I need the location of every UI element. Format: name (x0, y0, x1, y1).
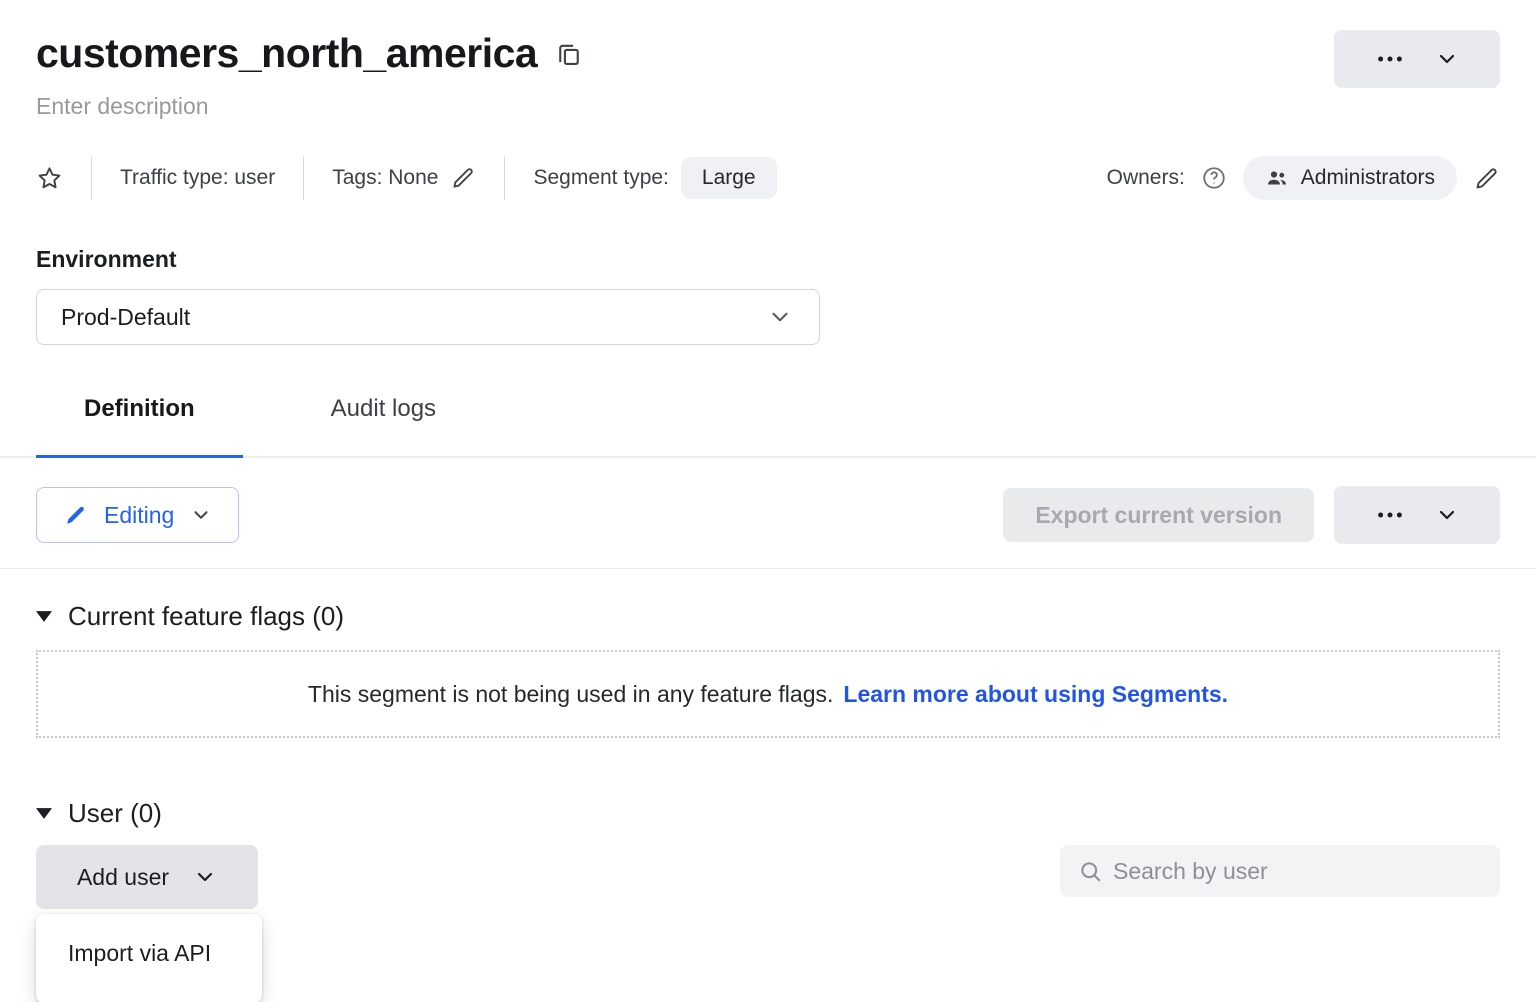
export-current-version-button[interactable]: Export current version (1003, 488, 1314, 542)
owners-label: Owners: (1107, 166, 1185, 190)
divider (303, 156, 304, 200)
chevron-down-icon (190, 504, 212, 526)
page-title: customers_north_america (36, 30, 537, 77)
ellipsis-icon (1375, 44, 1405, 74)
collapse-triangle-icon (36, 808, 52, 819)
pencil-icon (63, 503, 88, 528)
empty-state-text: This segment is not being used in any fe… (308, 681, 833, 708)
ellipsis-icon (1375, 500, 1405, 530)
segment-page: customers_north_america Enter descriptio… (0, 0, 1536, 1002)
tab-bar: Definition Audit logs (0, 387, 1536, 458)
feature-flags-empty-state: This segment is not being used in any fe… (36, 650, 1500, 738)
add-user-button[interactable]: Add user (36, 845, 258, 909)
environment-label: Environment (36, 246, 1500, 273)
description-placeholder[interactable]: Enter description (36, 93, 583, 120)
traffic-type: Traffic type: user (120, 166, 275, 190)
divider (0, 568, 1536, 569)
chevron-down-icon (767, 304, 793, 330)
edit-owners-pencil-icon[interactable] (1473, 165, 1500, 192)
header-overflow-menu-button[interactable] (1334, 30, 1500, 88)
environment-select[interactable]: Prod-Default (36, 289, 820, 345)
copy-icon[interactable] (555, 40, 583, 68)
learn-more-link[interactable]: Learn more about using Segments. (843, 681, 1228, 708)
segment-type-label: Segment type: (533, 166, 668, 190)
editing-mode-button[interactable]: Editing (36, 487, 239, 543)
feature-flags-section-header[interactable]: Current feature flags (0) (36, 601, 1500, 632)
page-header: customers_north_america Enter descriptio… (36, 30, 1500, 120)
add-user-dropdown-menu: Import via API (36, 914, 262, 1002)
divider (504, 156, 505, 200)
tab-audit-logs[interactable]: Audit logs (283, 387, 484, 456)
user-search[interactable] (1060, 845, 1500, 897)
definition-toolbar: Editing Export current version (36, 486, 1500, 544)
add-user-label: Add user (77, 864, 169, 891)
owners-value: Administrators (1301, 166, 1435, 190)
traffic-type-label: Traffic type: user (120, 166, 275, 190)
tags: Tags: None (332, 165, 476, 191)
chevron-down-icon (1435, 503, 1459, 527)
user-controls-row: Add user Import via API (36, 845, 1500, 909)
people-icon (1265, 166, 1289, 190)
edit-tags-pencil-icon[interactable] (450, 165, 476, 191)
search-icon (1078, 859, 1103, 884)
chevron-down-icon (1435, 47, 1459, 71)
user-section-title: User (0) (68, 798, 162, 829)
chevron-down-icon (193, 865, 217, 889)
editing-label: Editing (104, 502, 174, 529)
owners-badge[interactable]: Administrators (1243, 156, 1457, 200)
search-by-user-input[interactable] (1113, 858, 1482, 885)
segment-type-badge: Large (681, 157, 777, 199)
tags-label: Tags: None (332, 166, 438, 190)
user-section-header[interactable]: User (0) (36, 798, 1500, 829)
owners-group: Owners: (1107, 156, 1500, 200)
feature-flags-title: Current feature flags (0) (68, 601, 344, 632)
toolbar-overflow-menu-button[interactable] (1334, 486, 1500, 544)
divider (91, 156, 92, 200)
segment-type: Segment type: Large (533, 157, 776, 199)
collapse-triangle-icon (36, 611, 52, 622)
favorite-star-icon[interactable] (36, 165, 63, 192)
tab-definition[interactable]: Definition (36, 387, 243, 458)
menu-item-import-via-api[interactable]: Import via API (36, 922, 262, 985)
meta-row: Traffic type: user Tags: None Segment ty… (36, 156, 1500, 200)
help-circle-icon[interactable] (1201, 165, 1227, 191)
environment-selected-value: Prod-Default (61, 304, 190, 331)
